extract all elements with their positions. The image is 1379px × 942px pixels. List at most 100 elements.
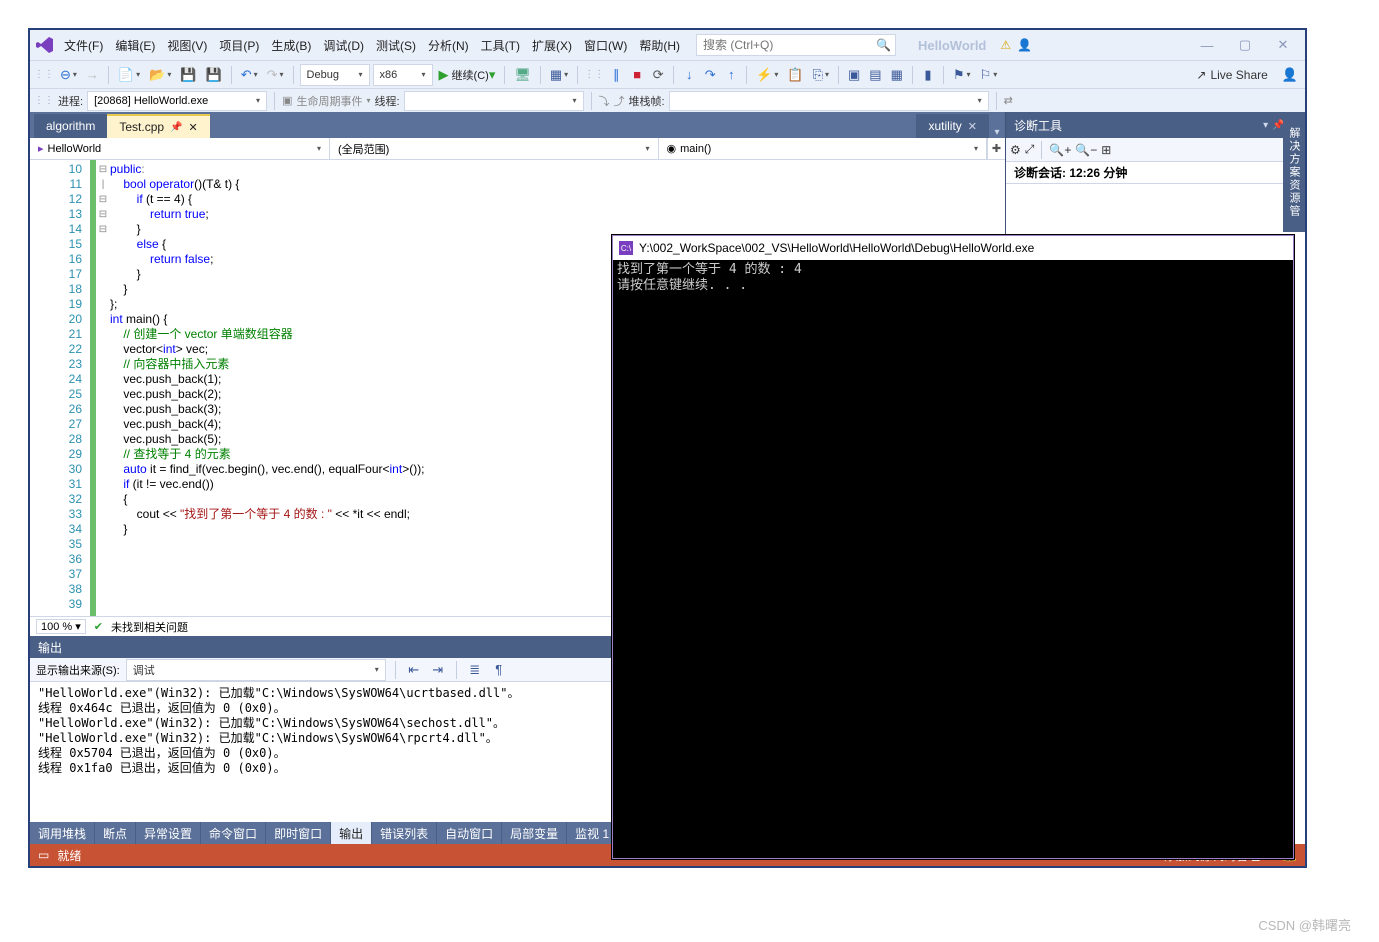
- feedback-icon[interactable]: 👤: [1017, 38, 1032, 52]
- nav-fwd-button[interactable]: →: [83, 64, 102, 86]
- restart-button[interactable]: ⟳: [649, 64, 667, 86]
- maximize-button[interactable]: ▢: [1227, 34, 1263, 56]
- output-source-label: 显示输出来源(S):: [36, 662, 120, 678]
- diagnostics-title: 诊断工具: [1014, 117, 1062, 134]
- btn-a[interactable]: ⚡: [753, 64, 781, 86]
- btn-e[interactable]: ▤: [866, 64, 884, 86]
- navbar-project[interactable]: ▸HelloWorld: [30, 138, 330, 159]
- btn-h[interactable]: ⚑: [950, 64, 974, 86]
- menu-item[interactable]: 测试(S): [370, 33, 422, 58]
- console-window[interactable]: C:\ Y:\002_WorkSpace\002_VS\HelloWorld\H…: [612, 235, 1294, 859]
- close-icon[interactable]: ✕: [968, 120, 977, 133]
- wrap-icon[interactable]: ¶: [490, 659, 508, 681]
- stack-combo[interactable]: [669, 91, 989, 111]
- platform-combo[interactable]: x86: [373, 64, 433, 86]
- bottom-tab[interactable]: 命令窗口: [201, 822, 266, 844]
- warning-icon[interactable]: ⚠: [1000, 38, 1011, 52]
- bottom-tab[interactable]: 错误列表: [372, 822, 437, 844]
- navbar-scope[interactable]: (全局范围): [330, 138, 659, 159]
- btn-c[interactable]: ⎘: [810, 64, 832, 86]
- debug-location-toolbar: ⋮⋮ 进程: [20868] HelloWorld.exe ▣ 生命周期事件 ▾…: [30, 88, 1305, 112]
- btn-f[interactable]: ▦: [888, 64, 906, 86]
- code-navbar: ▸HelloWorld (全局范围) ◉main() ✚: [30, 138, 1005, 160]
- menu-item[interactable]: 扩展(X): [526, 33, 578, 58]
- split-button[interactable]: ✚: [987, 138, 1005, 159]
- save-all-button[interactable]: 💾: [203, 64, 225, 86]
- menu-item[interactable]: 工具(T): [475, 33, 526, 58]
- console-icon: C:\: [619, 241, 633, 255]
- tab-overflow-button[interactable]: ▾: [989, 127, 1005, 138]
- indent-left-icon[interactable]: ⇤: [405, 659, 423, 681]
- nav-back-button[interactable]: ⊖: [57, 64, 80, 86]
- step-out-button[interactable]: ↑: [722, 64, 740, 86]
- menu-item[interactable]: 项目(P): [213, 33, 265, 58]
- quick-search[interactable]: 🔍: [696, 34, 896, 56]
- window-button[interactable]: ▦: [547, 64, 571, 86]
- save-button[interactable]: 💾: [177, 64, 199, 86]
- btn-b[interactable]: 📋: [784, 64, 806, 86]
- config-combo[interactable]: Debug: [300, 64, 370, 86]
- tab-xutility[interactable]: xutility ✕: [916, 114, 989, 138]
- menu-item[interactable]: 调试(D): [317, 33, 370, 58]
- pause-button[interactable]: ∥: [607, 64, 625, 86]
- process-combo[interactable]: [20868] HelloWorld.exe: [87, 91, 267, 111]
- tab-algorithm[interactable]: algorithm: [34, 114, 107, 138]
- ready-icon: ▭: [38, 848, 49, 862]
- solution-name: HelloWorld: [918, 38, 986, 53]
- new-button[interactable]: 📄: [115, 64, 143, 86]
- gear-icon[interactable]: ⚙: [1010, 143, 1021, 157]
- menu-item[interactable]: 生成(B): [265, 33, 317, 58]
- close-icon[interactable]: ✕: [189, 121, 198, 134]
- clear-icon[interactable]: ≣: [466, 659, 484, 681]
- stop-button[interactable]: ■: [628, 64, 646, 86]
- output-source-combo[interactable]: 调试: [126, 659, 386, 681]
- search-input[interactable]: [697, 38, 872, 52]
- bottom-tab[interactable]: 局部变量: [502, 822, 567, 844]
- undo-button[interactable]: ↶: [238, 64, 261, 86]
- step-over-button[interactable]: ↷: [701, 64, 719, 86]
- btn-i[interactable]: ⚐: [977, 64, 1001, 86]
- tab-test-cpp[interactable]: Test.cpp 📌 ✕: [107, 114, 209, 138]
- reset-zoom-icon[interactable]: ⊞: [1101, 143, 1111, 157]
- menu-item[interactable]: 视图(V): [161, 33, 213, 58]
- console-titlebar[interactable]: C:\ Y:\002_WorkSpace\002_VS\HelloWorld\H…: [613, 236, 1293, 260]
- account-icon[interactable]: 👤: [1279, 64, 1301, 86]
- zoom-in-icon[interactable]: 🔍+: [1049, 143, 1071, 157]
- console-body[interactable]: 找到了第一个等于 4 的数 : 4 请按任意键继续. . .: [613, 260, 1293, 296]
- minimize-button[interactable]: —: [1189, 34, 1225, 56]
- btn-g[interactable]: ▮: [919, 64, 937, 86]
- bottom-tab[interactable]: 断点: [95, 822, 136, 844]
- thread-combo[interactable]: [404, 91, 584, 111]
- zoom-out-icon[interactable]: 🔍−: [1075, 143, 1097, 157]
- stack-label: 堆栈帧:: [629, 93, 665, 109]
- step-into-button[interactable]: ↓: [680, 64, 698, 86]
- menu-item[interactable]: 文件(F): [58, 33, 109, 58]
- continue-button[interactable]: ▶ 继续(C) ▾: [436, 64, 499, 86]
- pin-icon[interactable]: 📌: [170, 122, 182, 133]
- redo-button[interactable]: ↷: [264, 64, 287, 86]
- menu-item[interactable]: 窗口(W): [578, 33, 633, 58]
- live-share-icon: ↗: [1196, 68, 1206, 82]
- bottom-tab[interactable]: 即时窗口: [266, 822, 331, 844]
- fold-margin[interactable]: ⊟| ⊟ ⊟ ⊟: [96, 160, 110, 616]
- bottom-tab[interactable]: 监视 1: [567, 822, 618, 844]
- attach-button[interactable]: 🖥: [511, 64, 534, 86]
- indent-right-icon[interactable]: ⇥: [429, 659, 447, 681]
- bottom-tab[interactable]: 自动窗口: [437, 822, 502, 844]
- live-share-button[interactable]: ↗ Live Share: [1188, 68, 1275, 82]
- open-button[interactable]: 📂: [146, 64, 174, 86]
- panel-dropdown-icon[interactable]: ▾: [1263, 120, 1268, 131]
- close-button[interactable]: ✕: [1265, 34, 1301, 56]
- expand-icon[interactable]: ⤢: [1025, 142, 1035, 157]
- menu-item[interactable]: 编辑(E): [109, 33, 161, 58]
- menu-item[interactable]: 帮助(H): [633, 33, 686, 58]
- bottom-tab[interactable]: 异常设置: [136, 822, 201, 844]
- solution-explorer-tab[interactable]: 解决方案资源管: [1283, 112, 1305, 232]
- zoom-combo[interactable]: 100 % ▾: [36, 619, 86, 634]
- btn-d[interactable]: ▣: [845, 64, 863, 86]
- navbar-member[interactable]: ◉main(): [659, 138, 988, 159]
- bottom-tab[interactable]: 调用堆栈: [30, 822, 95, 844]
- menu-item[interactable]: 分析(N): [422, 33, 475, 58]
- bottom-tab[interactable]: 输出: [331, 822, 372, 844]
- ok-icon: ✔: [94, 620, 103, 633]
